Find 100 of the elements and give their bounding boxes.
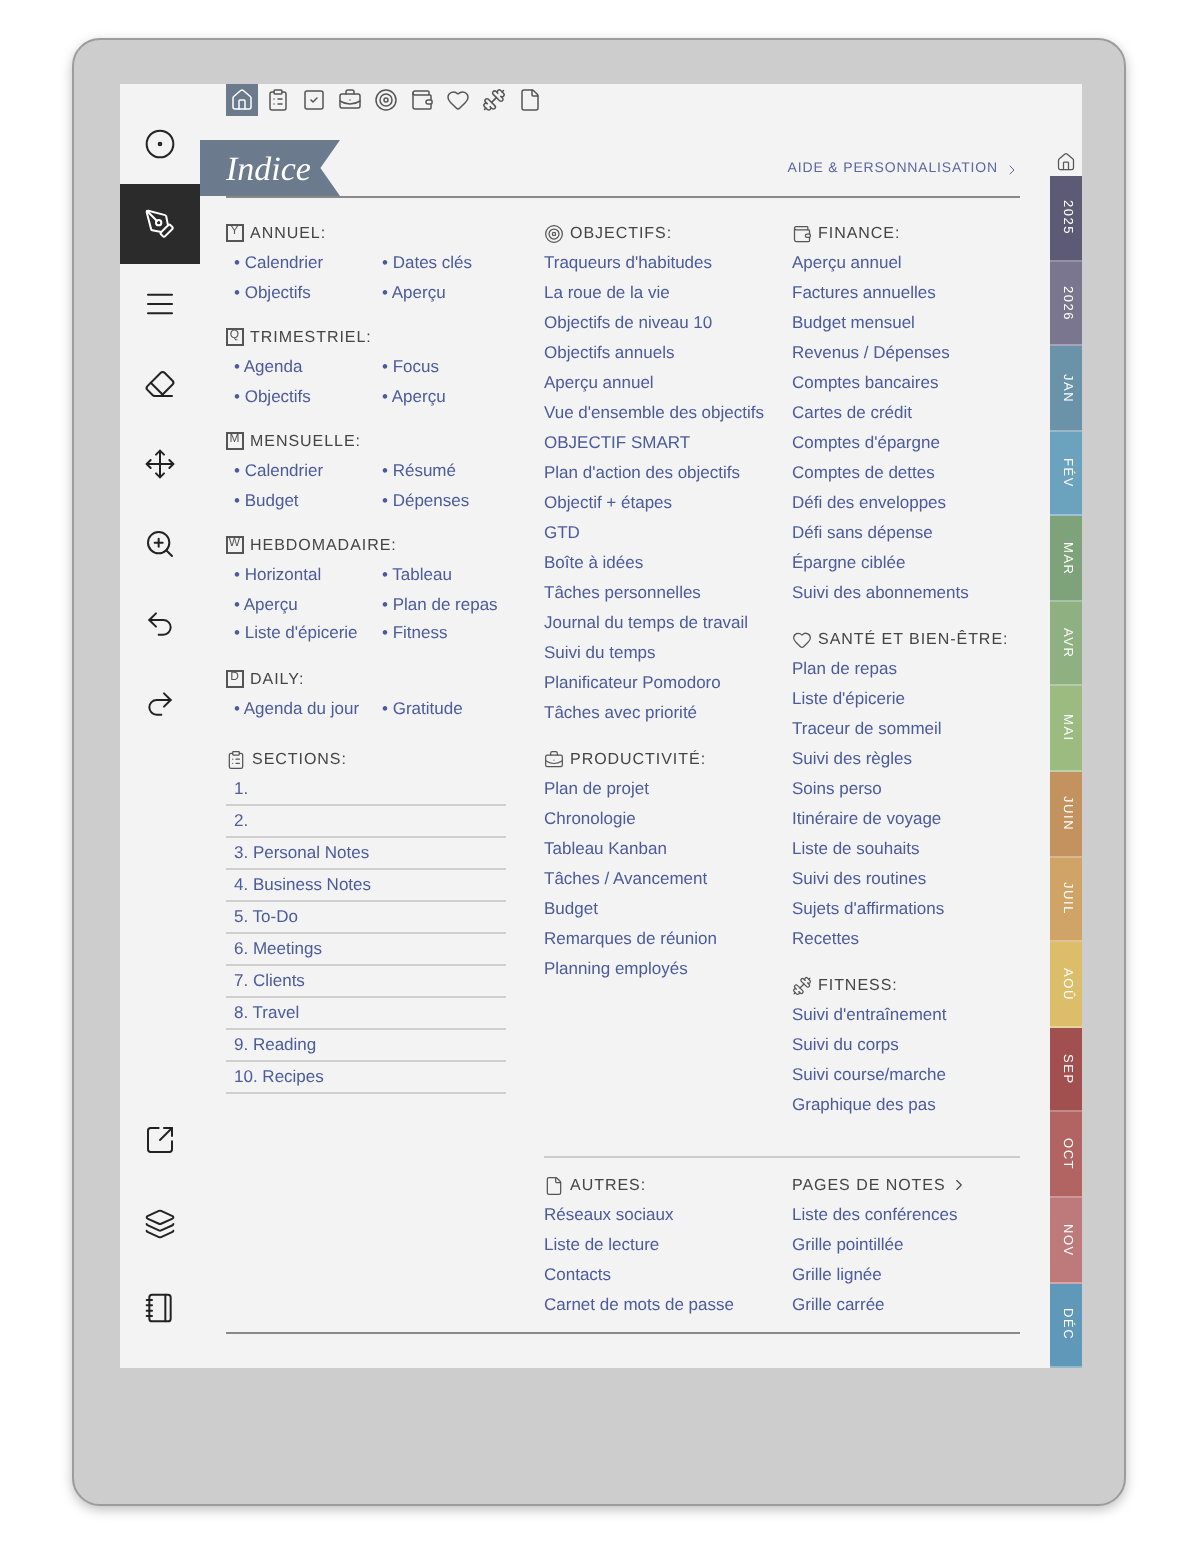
index-link[interactable]: Suivi du temps bbox=[544, 638, 656, 668]
index-link[interactable]: Suivi des règles bbox=[792, 744, 913, 774]
index-link[interactable]: Objectifs annuels bbox=[544, 338, 675, 368]
index-link[interactable]: Comptes d'épargne bbox=[792, 428, 940, 458]
index-link[interactable]: Comptes bancaires bbox=[792, 368, 939, 398]
index-link[interactable]: Tâches / Avancement bbox=[544, 864, 708, 894]
section-link[interactable]: 1. bbox=[226, 774, 506, 806]
index-link[interactable]: Grille lignée bbox=[792, 1260, 882, 1290]
index-link[interactable]: • Aperçu bbox=[234, 589, 298, 618]
nav-tab[interactable] bbox=[370, 84, 402, 116]
index-link[interactable]: • Tableau bbox=[382, 560, 452, 589]
index-link[interactable]: GTD bbox=[544, 518, 580, 548]
index-link[interactable]: Sujets d'affirmations bbox=[792, 894, 945, 924]
index-link[interactable]: Itinéraire de voyage bbox=[792, 804, 942, 834]
index-link[interactable]: Budget mensuel bbox=[792, 308, 915, 338]
index-link[interactable]: Suivi course/marche bbox=[792, 1060, 947, 1090]
index-link[interactable]: Plan de projet bbox=[544, 774, 649, 804]
index-link[interactable]: Objectifs de niveau 10 bbox=[544, 308, 713, 338]
index-link[interactable]: Tableau Kanban bbox=[544, 834, 667, 864]
index-link[interactable]: Budget bbox=[544, 894, 598, 924]
index-link[interactable]: OBJECTIF SMART bbox=[544, 428, 691, 458]
index-link[interactable]: Soins perso bbox=[792, 774, 882, 804]
index-link[interactable]: Comptes de dettes bbox=[792, 458, 935, 488]
index-link[interactable]: Suivi des routines bbox=[792, 864, 927, 894]
index-link[interactable]: • Résumé bbox=[382, 456, 456, 485]
index-link[interactable]: Liste de souhaits bbox=[792, 834, 920, 864]
index-link[interactable]: Objectif + étapes bbox=[544, 488, 673, 518]
index-link[interactable]: Factures annuelles bbox=[792, 278, 936, 308]
index-link[interactable]: Liste des conférences bbox=[792, 1200, 958, 1230]
section-link[interactable]: 5. To-Do bbox=[226, 902, 506, 934]
index-link[interactable]: Plan de repas bbox=[792, 654, 897, 684]
index-link[interactable]: La roue de la vie bbox=[544, 278, 670, 308]
index-link[interactable]: Réseaux sociaux bbox=[544, 1200, 674, 1230]
section-link[interactable]: 2. bbox=[226, 806, 506, 838]
section-link[interactable]: 9. Reading bbox=[226, 1030, 506, 1062]
toolbar-button[interactable] bbox=[120, 184, 200, 264]
index-link[interactable]: Journal du temps de travail bbox=[544, 608, 749, 638]
index-link[interactable]: • Calendrier bbox=[234, 248, 324, 277]
nav-tab[interactable] bbox=[298, 84, 330, 116]
index-link[interactable]: Chronologie bbox=[544, 804, 636, 834]
index-link[interactable]: • Objectifs bbox=[234, 381, 311, 410]
index-link[interactable]: • Plan de repas bbox=[382, 589, 498, 618]
briefcase-icon bbox=[338, 88, 362, 112]
index-link[interactable]: Aperçu annuel bbox=[544, 368, 654, 398]
index-link[interactable]: Remarques de réunion bbox=[544, 924, 717, 954]
index-link[interactable]: Grille pointillée bbox=[792, 1230, 904, 1260]
index-link[interactable]: • Agenda du jour bbox=[234, 693, 360, 722]
index-link[interactable]: Tâches personnelles bbox=[544, 578, 701, 608]
index-link[interactable]: Boîte à idées bbox=[544, 548, 644, 578]
section-link[interactable]: 10. Recipes bbox=[226, 1062, 506, 1094]
index-link[interactable]: Suivi du corps bbox=[792, 1030, 899, 1060]
index-link[interactable]: Graphique des pas bbox=[792, 1090, 936, 1120]
layers-icon bbox=[144, 1208, 176, 1240]
index-link[interactable]: • Aperçu bbox=[382, 381, 446, 410]
index-link[interactable]: Aperçu annuel bbox=[792, 248, 902, 278]
index-link[interactable]: Défi des enveloppes bbox=[792, 488, 947, 518]
move-icon bbox=[144, 448, 176, 480]
index-link[interactable]: Plan d'action des objectifs bbox=[544, 458, 741, 488]
index-link[interactable]: Traceur de sommeil bbox=[792, 714, 942, 744]
index-link[interactable]: • Dates clés bbox=[382, 248, 473, 277]
page-icon bbox=[544, 1175, 564, 1195]
index-link[interactable]: • Gratitude bbox=[382, 693, 463, 722]
index-link[interactable]: • Dépenses bbox=[382, 485, 470, 514]
nav-tab[interactable] bbox=[226, 84, 258, 116]
index-link[interactable]: Planning employés bbox=[544, 954, 688, 984]
section-heading: PRODUCTIVITÉ: bbox=[570, 748, 707, 772]
index-link[interactable]: Tâches avec priorité bbox=[544, 698, 698, 728]
index-link[interactable]: Cartes de crédit bbox=[792, 398, 912, 428]
section-link[interactable]: 8. Travel bbox=[226, 998, 506, 1030]
index-link[interactable]: Épargne ciblée bbox=[792, 548, 906, 578]
nav-tab[interactable] bbox=[478, 84, 510, 116]
section-link[interactable]: 3. Personal Notes bbox=[226, 838, 506, 870]
index-link[interactable]: Liste d'épicerie bbox=[792, 684, 905, 714]
section-link[interactable]: 7. Clients bbox=[226, 966, 506, 998]
home-icon bbox=[1056, 151, 1076, 171]
index-link[interactable]: Suivi d'entraînement bbox=[792, 1000, 947, 1030]
section-link[interactable]: 6. Meetings bbox=[226, 934, 506, 966]
index-link[interactable]: • Agenda bbox=[234, 352, 303, 381]
index-link[interactable]: • Focus bbox=[382, 352, 439, 381]
section-link[interactable]: 4. Business Notes bbox=[226, 870, 506, 902]
index-link[interactable]: • Objectifs bbox=[234, 277, 311, 306]
index-link[interactable]: • Calendrier bbox=[234, 456, 324, 485]
index-link[interactable]: • Fitness bbox=[382, 618, 448, 647]
index-link[interactable]: Revenus / Dépenses bbox=[792, 338, 950, 368]
index-link[interactable]: Recettes bbox=[792, 924, 860, 954]
index-link[interactable]: • Liste d'épicerie bbox=[234, 618, 358, 647]
notes-pages-link[interactable]: PAGES DE NOTES bbox=[792, 1170, 968, 1200]
index-link[interactable]: Liste de lecture bbox=[544, 1230, 660, 1260]
index-link[interactable]: Planificateur Pomodoro bbox=[544, 668, 721, 698]
index-link[interactable]: Défi sans dépense bbox=[792, 518, 933, 548]
index-link[interactable]: • Horizontal bbox=[234, 560, 322, 589]
index-link[interactable]: Carnet de mots de passe bbox=[544, 1290, 734, 1320]
nav-tab[interactable] bbox=[406, 84, 438, 116]
index-link[interactable]: Suivi des abonnements bbox=[792, 578, 969, 608]
index-link[interactable]: Grille carrée bbox=[792, 1290, 885, 1320]
index-link[interactable]: • Budget bbox=[234, 485, 299, 514]
index-link[interactable]: Traqueurs d'habitudes bbox=[544, 248, 712, 278]
index-link[interactable]: • Aperçu bbox=[382, 277, 446, 306]
index-link[interactable]: Vue d'ensemble des objectifs bbox=[544, 398, 764, 428]
index-link[interactable]: Contacts bbox=[544, 1260, 612, 1290]
